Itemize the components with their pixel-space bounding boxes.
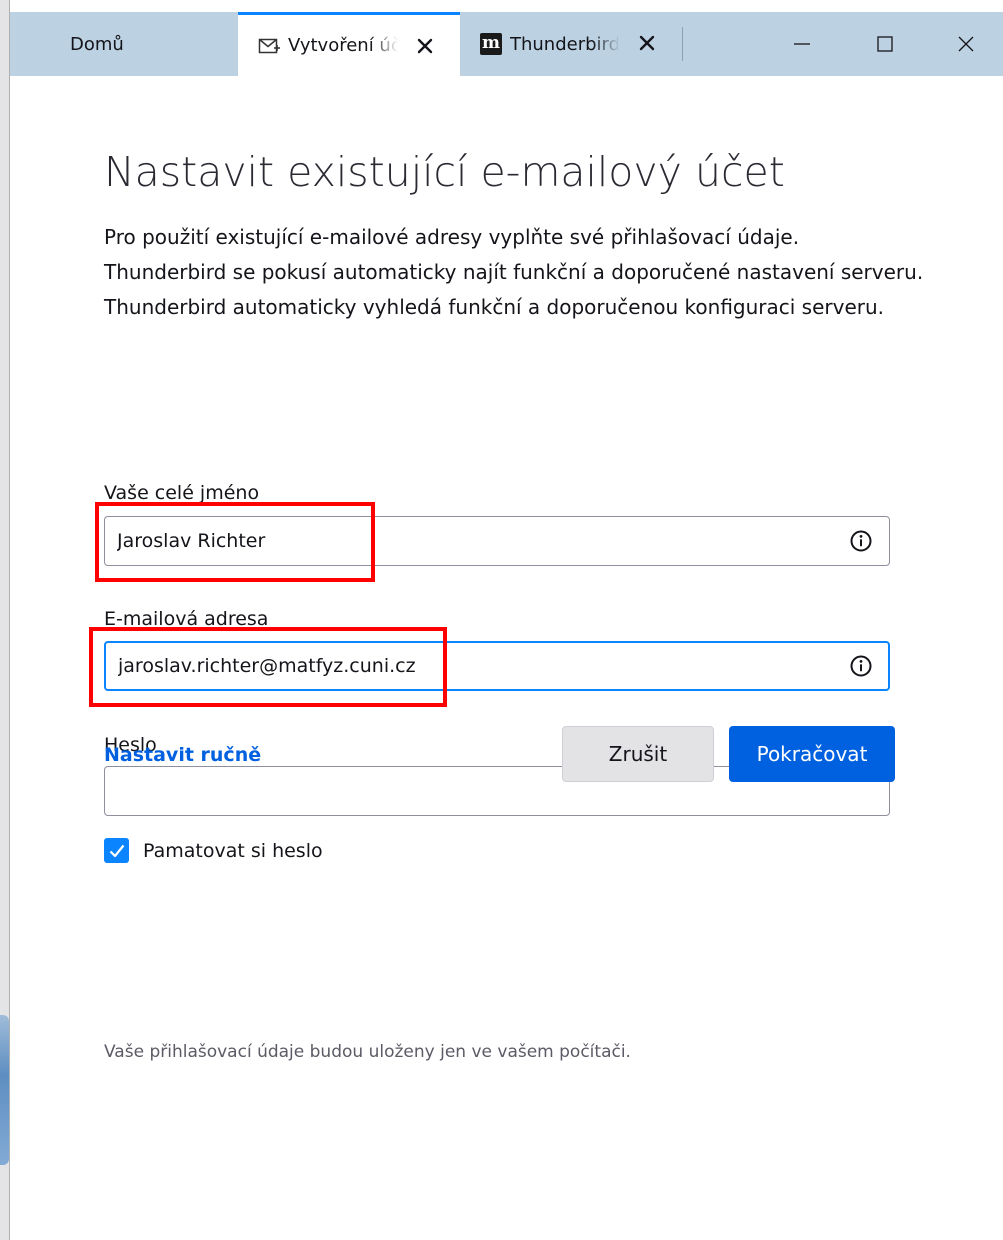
intro-line: Thunderbird se pokusí automaticky najít …	[104, 260, 924, 284]
tab-separator	[682, 27, 683, 61]
continue-button[interactable]: Pokračovat	[729, 726, 895, 782]
close-icon[interactable]	[634, 30, 660, 56]
m-favicon-icon: m	[480, 33, 502, 55]
title-bar: Domů Vytvoření účtu m Thunderbird	[10, 0, 1003, 76]
manual-config-link[interactable]: Nastavit ručně	[104, 744, 261, 766]
tab-account-setup-label: Vytvoření účtu	[288, 35, 398, 56]
page-title: Nastavit existující e-mailový účet	[104, 148, 785, 196]
name-input[interactable]	[117, 517, 817, 565]
cancel-button[interactable]: Zrušit	[562, 726, 714, 782]
tab-thunderbird[interactable]: m Thunderbird	[460, 12, 682, 76]
intro-line: Thunderbird automaticky vyhledá funkční …	[104, 295, 885, 319]
remember-password-row[interactable]: Pamatovat si heslo	[104, 838, 323, 863]
tab-home[interactable]: Domů	[10, 12, 238, 76]
new-account-mail-icon	[258, 35, 280, 57]
close-icon[interactable]	[412, 33, 438, 59]
account-setup-page: Nastavit existující e-mailový účet Pro p…	[10, 76, 1003, 1240]
desktop-edge	[0, 0, 10, 1240]
intro-text: Pro použití existující e-mailové adresy …	[104, 220, 924, 325]
intro-line: Pro použití existující e-mailové adresy …	[104, 225, 800, 249]
info-icon[interactable]	[849, 654, 873, 678]
email-input[interactable]	[118, 643, 818, 689]
remember-password-label: Pamatovat si heslo	[143, 839, 323, 862]
email-field[interactable]	[104, 641, 890, 691]
minimize-button[interactable]	[762, 12, 842, 76]
remember-password-checkbox[interactable]	[104, 838, 129, 863]
close-icon	[958, 36, 973, 52]
name-field[interactable]	[104, 516, 890, 566]
email-label: E-mailová adresa	[104, 608, 269, 630]
info-icon[interactable]	[849, 529, 873, 553]
tab-account-setup[interactable]: Vytvoření účtu	[238, 12, 460, 76]
maximize-button[interactable]	[845, 12, 925, 76]
window-close-button[interactable]	[928, 12, 1003, 76]
checkmark-icon	[109, 844, 124, 857]
name-label: Vaše celé jméno	[104, 482, 260, 504]
minimize-icon	[794, 43, 810, 45]
tab-home-label: Domů	[70, 33, 124, 55]
tab-thunderbird-label: Thunderbird	[510, 33, 620, 55]
privacy-note: Vaše přihlašovací údaje budou uloženy je…	[104, 1042, 631, 1062]
desktop-background-fragment	[0, 1015, 9, 1165]
maximize-icon	[877, 36, 893, 52]
